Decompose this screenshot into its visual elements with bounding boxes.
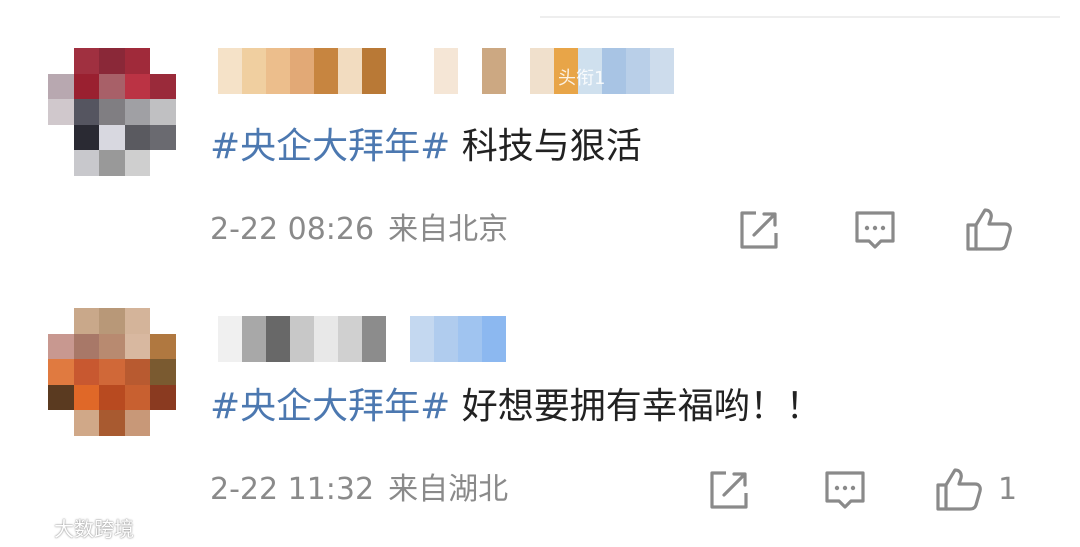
- comment-icon: [825, 471, 865, 509]
- comment-body: 科技与狠活: [450, 126, 642, 167]
- like-count: 1: [998, 472, 1018, 507]
- share-button[interactable]: [706, 466, 756, 514]
- hashtag-link[interactable]: #央企大拜年#: [210, 126, 450, 167]
- divider: [540, 16, 1060, 18]
- watermark-text: 大数跨境: [54, 516, 134, 541]
- comment-body: 好想要拥有幸福哟！！: [450, 386, 822, 427]
- comment-time: 2-22 11:32: [210, 472, 375, 507]
- user-badge: 头衔1: [558, 68, 606, 89]
- brand-logo-icon: [12, 517, 49, 537]
- share-icon: [740, 211, 778, 249]
- comment-item: 头衔1 #央企大拜年# 科技与狠活 2-22 08:26 来自北京: [0, 30, 1080, 280]
- like-button[interactable]: [964, 206, 1014, 254]
- like-button[interactable]: [934, 466, 984, 514]
- comment-meta: 2-22 11:32 来自湖北: [210, 470, 508, 510]
- avatar[interactable]: [48, 308, 176, 436]
- username-redacted[interactable]: [218, 48, 674, 94]
- comment-meta: 2-22 08:26 来自北京: [210, 210, 508, 250]
- comment-icon: [855, 211, 895, 249]
- comment-location: 来自湖北: [388, 472, 509, 507]
- comment-time: 2-22 08:26: [210, 212, 375, 247]
- like-icon: [966, 208, 1012, 251]
- reply-button[interactable]: [822, 466, 872, 514]
- share-button[interactable]: [736, 206, 786, 254]
- comment-location: 来自北京: [388, 212, 509, 247]
- like-icon: [936, 468, 982, 511]
- watermark: 大数跨境: [10, 512, 134, 542]
- comment-text: #央企大拜年# 好想要拥有幸福哟！！: [210, 382, 822, 432]
- share-icon: [710, 471, 748, 509]
- reply-button[interactable]: [852, 206, 902, 254]
- username-redacted[interactable]: [218, 316, 506, 362]
- avatar[interactable]: [48, 48, 176, 176]
- comment-text: #央企大拜年# 科技与狠活: [210, 122, 642, 172]
- hashtag-link[interactable]: #央企大拜年#: [210, 386, 450, 427]
- comment-item: #央企大拜年# 好想要拥有幸福哟！！ 2-22 11:32 来自湖北 1: [0, 290, 1080, 540]
